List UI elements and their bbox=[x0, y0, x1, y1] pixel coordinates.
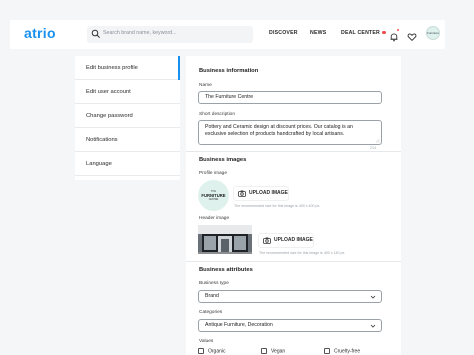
short-description-label: Short description bbox=[199, 112, 235, 117]
sidebar-item-language[interactable]: Language bbox=[75, 152, 180, 176]
business-type-label: Business type bbox=[199, 281, 229, 286]
header-image-preview bbox=[198, 225, 252, 254]
short-description-counter: 214 bbox=[370, 146, 376, 150]
atrio-logo[interactable]: atrio bbox=[24, 25, 56, 41]
business-type-select[interactable]: Brand bbox=[198, 290, 382, 303]
resize-icon[interactable] bbox=[375, 138, 380, 143]
header-image-label: Header image bbox=[199, 216, 230, 221]
value-option-vegan[interactable]: Vegan bbox=[261, 348, 285, 354]
upload-profile-image-button[interactable]: UPLOAD IMAGE bbox=[234, 187, 288, 200]
upload-header-image-label: UPLOAD IMAGE bbox=[274, 237, 313, 243]
bell-icon bbox=[390, 33, 398, 42]
search-input[interactable]: Search brand name, keyword... bbox=[87, 26, 253, 43]
notification-dot bbox=[396, 28, 400, 32]
business-attributes-title: Business attributes bbox=[199, 267, 253, 273]
top-navigation-bar: atrio Search brand name, keyword... DISC… bbox=[10, 20, 445, 49]
categories-select[interactable]: Antique Furniture, Decoration bbox=[198, 319, 382, 332]
business-type-value: Brand bbox=[205, 293, 219, 299]
section-divider bbox=[186, 261, 401, 262]
value-option-cruelty-free[interactable]: Cruelty-free bbox=[324, 348, 360, 354]
profile-image-hint: The recommended size for this image is 4… bbox=[234, 204, 321, 208]
search-placeholder: Search brand name, keyword... bbox=[103, 30, 177, 36]
camera-icon bbox=[263, 237, 271, 244]
value-option-cruelty-free-label: Cruelty-free bbox=[334, 348, 361, 355]
value-option-vegan-label: Vegan bbox=[271, 348, 286, 355]
upload-profile-image-label: UPLOAD IMAGE bbox=[249, 190, 288, 196]
upload-header-image-button[interactable]: UPLOAD IMAGE bbox=[259, 234, 313, 247]
business-information-title: Business information bbox=[199, 68, 259, 74]
camera-icon bbox=[238, 190, 246, 197]
section-divider bbox=[186, 151, 401, 152]
checkbox-vegan[interactable] bbox=[261, 348, 267, 354]
nav-news[interactable]: NEWS bbox=[310, 30, 326, 36]
profile-logo-line2: FURNITURE bbox=[201, 193, 226, 198]
notifications-button[interactable] bbox=[389, 28, 400, 42]
name-label: Name bbox=[199, 83, 212, 88]
profile-logo-line3: CENTRE bbox=[208, 199, 219, 201]
nav-deal-center-label: DEAL CENTER bbox=[341, 30, 380, 36]
sidebar-item-change-password[interactable]: Change password bbox=[75, 104, 180, 128]
categories-label: Categories bbox=[199, 310, 223, 315]
deal-center-badge bbox=[382, 30, 386, 35]
heart-icon bbox=[407, 33, 417, 42]
profile-image-label: Profile image bbox=[199, 171, 227, 176]
chevron-down-icon bbox=[370, 324, 376, 328]
business-profile-form: Business information Name The Furniture … bbox=[186, 56, 401, 355]
nav-deal-center[interactable]: DEAL CENTER bbox=[341, 30, 386, 36]
checkbox-cruelty-free[interactable] bbox=[324, 348, 330, 354]
categories-value: Antique Furniture, Decoration bbox=[205, 322, 273, 328]
value-option-organic-label: Organic bbox=[208, 348, 226, 355]
nav-discover[interactable]: DISCOVER bbox=[269, 30, 298, 36]
header-image-hint: The recommended size for this image is 4… bbox=[259, 251, 346, 255]
profile-image-preview: THE FURNITURE CENTRE bbox=[198, 180, 229, 211]
chevron-down-icon bbox=[370, 295, 376, 299]
sidebar-item-notifications[interactable]: Notifications bbox=[75, 128, 180, 152]
user-avatar[interactable]: Furniture bbox=[426, 26, 440, 40]
business-images-title: Business images bbox=[199, 157, 247, 163]
checkbox-organic[interactable] bbox=[198, 348, 204, 354]
sidebar-item-edit-user-account[interactable]: Edit user account bbox=[75, 80, 180, 104]
search-icon bbox=[91, 29, 100, 38]
name-input[interactable]: The Furniture Centre bbox=[198, 91, 382, 104]
storefront-photo bbox=[198, 225, 252, 254]
sidebar-item-edit-business-profile[interactable]: Edit business profile bbox=[75, 56, 180, 80]
favorites-button[interactable] bbox=[407, 29, 417, 42]
settings-sidebar: Edit business profile Edit user account … bbox=[75, 56, 180, 180]
values-label: Values bbox=[199, 339, 214, 344]
short-description-textarea[interactable]: Pottery and Ceramic design at discount p… bbox=[198, 120, 382, 145]
value-option-organic[interactable]: Organic bbox=[198, 348, 226, 354]
